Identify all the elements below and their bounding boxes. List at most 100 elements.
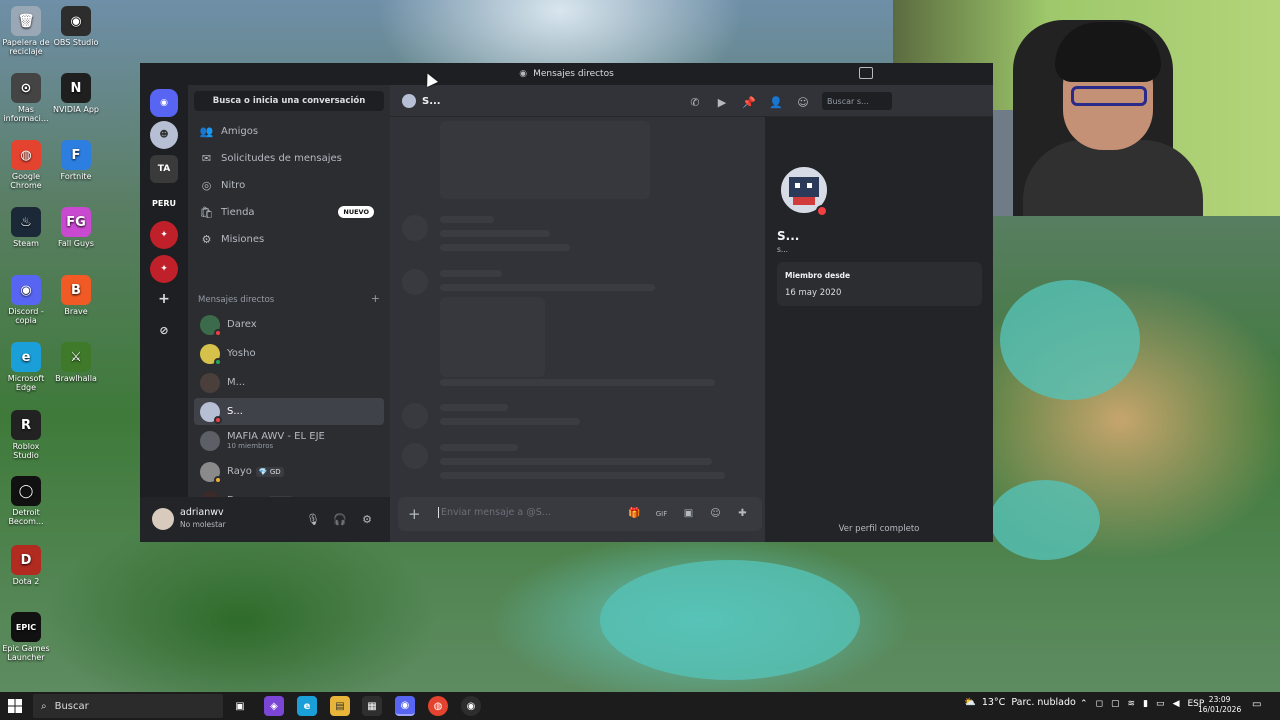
clock-time: 23:09 (1208, 695, 1231, 704)
desktop-icon[interactable]: F Fortnite (50, 140, 102, 181)
desktop-icon[interactable]: EPIC Epic Games Launcher (0, 612, 52, 662)
desktop-icon[interactable]: ◉ OBS Studio (50, 6, 102, 47)
clock[interactable]: 23:09 16/01/2026 (1198, 695, 1241, 715)
desktop-icon[interactable]: ◯ Detroit Becom... (0, 476, 52, 526)
desktop-icon[interactable]: D Dota 2 (0, 545, 52, 586)
desktop-icon[interactable]: 🗑 Papelera de reciclaje (0, 6, 52, 56)
gif-icon[interactable]: GIF (655, 507, 668, 520)
notification-icon[interactable]: ▭ (1252, 699, 1266, 713)
app-icon: ◍ (11, 140, 41, 170)
server-icon[interactable]: TA (150, 155, 178, 183)
dm-item[interactable]: Yosho (194, 340, 384, 367)
headphones-icon[interactable]: 🎧 (333, 512, 347, 526)
weather-desc: Parc. nublado (1011, 697, 1076, 708)
server-icon[interactable]: ✦ (150, 221, 178, 249)
taskbar-search[interactable]: ⌕ Buscar (33, 694, 223, 718)
store-icon[interactable]: ▦ (362, 696, 382, 716)
search-icon: ⌕ (41, 700, 47, 712)
nav-item[interactable]: ✉ Solicitudes de mensajes (194, 146, 384, 170)
nav-item[interactable]: 🛍 Tienda NUEVO (194, 200, 384, 224)
tray-app-icon[interactable]: ▮ (1143, 699, 1148, 709)
server-icon[interactable]: ☻ (150, 121, 178, 149)
server-icon[interactable]: ✦ (150, 255, 178, 283)
home-button[interactable]: ◉ (150, 89, 178, 117)
settings-gear-icon[interactable]: ⚙ (360, 512, 374, 526)
weather-icon: ⛅ (964, 697, 976, 708)
nav-item[interactable]: ◎ Nitro (194, 173, 384, 197)
voice-call-icon[interactable]: ✆ (688, 95, 702, 109)
user-profile-panel: S... s... Miembro desde 16 may 2020 Ver … (765, 117, 993, 542)
discord-taskbar-icon[interactable]: ◉ (395, 696, 415, 716)
discord-window: ◉ Mensajes directos ◉ ☻ TA PERU ✦ ✦ + ⊘ … (140, 63, 993, 542)
dm-item[interactable]: M... (194, 369, 384, 396)
window-title: Mensajes directos (533, 69, 614, 79)
desktop-icon-label: NVIDIA App (53, 105, 99, 114)
desktop-icon[interactable]: N NVIDIA App (50, 73, 102, 114)
tray-app-icon[interactable]: ◻ (1096, 699, 1103, 709)
video-call-icon[interactable]: ▶ (715, 95, 729, 109)
edge-icon[interactable]: e (297, 696, 317, 716)
discover-icon[interactable]: ⊘ (150, 316, 178, 344)
dm-item[interactable]: MAFIA AWV - EL EJE 10 miembros (194, 427, 384, 454)
dm-subtitle: 10 miembros (227, 442, 274, 450)
view-full-profile-link[interactable]: Ver perfil completo (765, 524, 993, 534)
task-view-icon[interactable]: ▣ (230, 696, 250, 716)
desktop-icon[interactable]: B Brave (50, 275, 102, 316)
weather-widget[interactable]: ⛅ 13°C Parc. nublado (964, 697, 1076, 708)
microphone-icon[interactable]: 🎙 (306, 512, 320, 526)
dm-name: MAFIA AWV - EL EJE (227, 431, 325, 442)
add-server-icon[interactable]: + (150, 285, 178, 313)
dm-item[interactable]: Rayo 💎 GD (194, 458, 384, 485)
app-icon: F (61, 140, 91, 170)
user-profile-icon[interactable]: ☺ (796, 95, 810, 109)
desktop-icon-label: Detroit Becom... (8, 508, 44, 526)
file-explorer-icon[interactable]: ▤ (330, 696, 350, 716)
attach-plus-icon[interactable]: + (408, 505, 421, 523)
chrome-icon[interactable]: ◍ (428, 696, 448, 716)
copilot-icon[interactable]: ◈ (264, 696, 284, 716)
desktop-icon[interactable]: ♨ Steam (0, 207, 52, 248)
message-composer: + Enviar mensaje a @S... 🎁 GIF ▣ ☺ ✚ (398, 497, 762, 531)
nav-item[interactable]: 👥 Amigos (194, 119, 384, 143)
desktop-icon[interactable]: FG Fall Guys (50, 207, 102, 248)
server-icon[interactable]: PERU (150, 189, 178, 217)
nav-item[interactable]: ⚙ Misiones (194, 227, 384, 251)
add-friends-icon[interactable]: 👤 (769, 95, 783, 109)
desktop-icon[interactable]: R Roblox Studio (0, 410, 52, 460)
emoji-icon[interactable]: ☺ (709, 507, 722, 520)
chevron-up-icon[interactable]: ⌃ (1080, 699, 1088, 709)
apps-icon[interactable]: ✚ (736, 507, 749, 520)
dm-name-row: Rayo 💎 GD (227, 466, 284, 477)
desktop-icon-label: Fortnite (60, 172, 92, 181)
windows-start-icon[interactable] (8, 699, 22, 713)
app-icon: ◯ (11, 476, 41, 506)
search-input[interactable]: Buscar s... (822, 92, 892, 110)
volume-icon[interactable]: ◀ (1173, 699, 1180, 709)
gift-icon[interactable]: 🎁 (628, 507, 641, 520)
desktop-icon[interactable]: ◍ Google Chrome (0, 140, 52, 190)
search-conversation-button[interactable]: Busca o inicia una conversación (194, 91, 384, 111)
inbox-icon[interactable] (859, 67, 873, 79)
sticker-icon[interactable]: ▣ (682, 507, 695, 520)
app-icon: ⚔ (61, 342, 91, 372)
dm-item[interactable]: Darex (194, 311, 384, 338)
desktop-icon-label: OBS Studio (53, 38, 99, 47)
message-input[interactable]: Enviar mensaje a @S... (438, 507, 551, 518)
desktop-icon[interactable]: ◉ Discord - copia (0, 275, 52, 325)
network-icon[interactable]: ▭ (1156, 699, 1165, 709)
avatar[interactable] (152, 508, 174, 530)
app-icon: e (11, 342, 41, 372)
tray-app-icon[interactable]: ▢ (1111, 699, 1120, 709)
avatar (200, 461, 222, 484)
desktop-icon[interactable]: e Microsoft Edge (0, 342, 52, 392)
add-dm-button[interactable]: + (371, 293, 380, 305)
nav-item-label: Misiones (221, 233, 265, 245)
desktop-icon[interactable]: ⊙ Mas informaci... (0, 73, 52, 123)
pin-icon[interactable]: 📌 (742, 95, 756, 109)
obs-icon[interactable]: ◉ (461, 696, 481, 716)
dm-tag: 💎 GD (255, 466, 284, 477)
desktop-icon[interactable]: ⚔ Brawlhalla (50, 342, 102, 383)
wifi-icon[interactable]: ≋ (1128, 699, 1136, 709)
dm-name: Yosho (227, 348, 256, 359)
dm-item[interactable]: S... (194, 398, 384, 425)
